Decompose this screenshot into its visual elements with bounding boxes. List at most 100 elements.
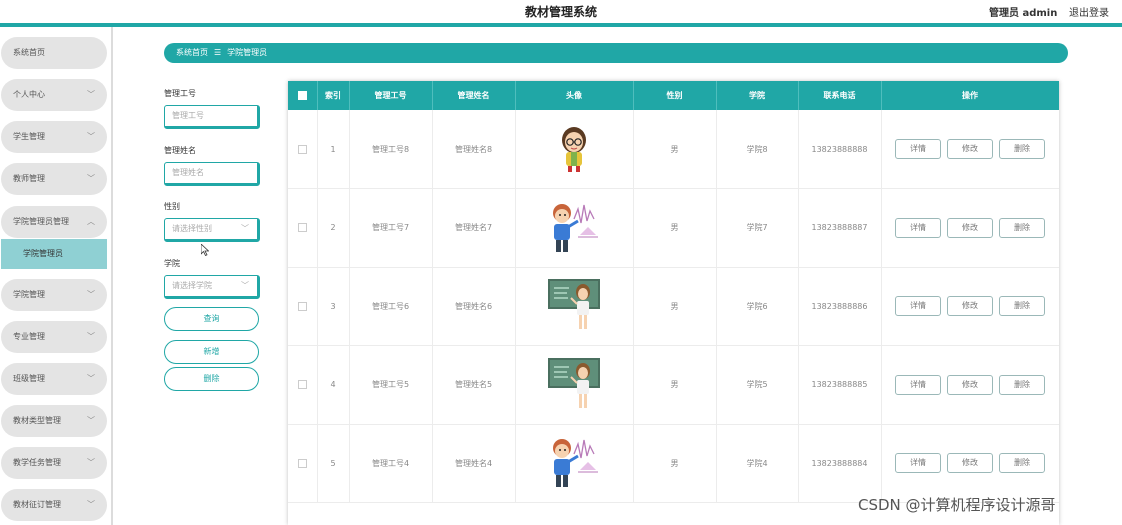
add-button[interactable]: 新增 (164, 340, 259, 364)
college-label: 学院 (164, 259, 180, 268)
row-checkbox[interactable] (288, 110, 318, 189)
edit-button[interactable]: 修改 (947, 217, 993, 238)
row-actions: 详情 修改 删除 (881, 267, 1059, 346)
table-row: 4 管理工号5 管理姓名5 男学院5 13823888885 详情 修改 删除 (288, 345, 1059, 425)
sidebar-item-classes[interactable]: 班级管理 ﹀ (1, 363, 107, 395)
sidebar-item-textbook-types[interactable]: 教材类型管理 ﹀ (1, 405, 107, 437)
detail-button[interactable]: 详情 (895, 374, 941, 395)
breadcrumb: 系统首页 ☰ 学院管理员 (164, 43, 1068, 63)
batch-delete-button[interactable]: 删除 (164, 367, 259, 391)
select-all-checkbox[interactable] (288, 81, 318, 110)
id-search-input[interactable]: 管理工号 (164, 105, 260, 129)
sidebar-item-label: 班级管理 (13, 374, 45, 383)
row-checkbox[interactable] (288, 345, 318, 425)
row-phone: 13823888885 (798, 345, 882, 425)
row-avatar (515, 110, 634, 189)
sidebar-divider (111, 27, 113, 525)
breadcrumb-home[interactable]: 系统首页 (176, 48, 208, 57)
row-college: 学院7 (716, 188, 799, 268)
sidebar-item-students[interactable]: 学生管理 ﹀ (1, 121, 107, 153)
row-gender: 男 (633, 345, 717, 425)
sidebar-item-label: 教学任务管理 (13, 458, 61, 467)
row-checkbox[interactable] (288, 267, 318, 346)
table-row: 5 管理工号4 管理姓名4 男学院4 13823888884 详情 修改 删除 (288, 424, 1059, 503)
row-avatar (515, 188, 634, 268)
chevron-down-icon: ﹀ (87, 374, 95, 383)
row-checkbox[interactable] (288, 424, 318, 503)
gender-select[interactable]: 请选择性别 ﹀ (164, 218, 260, 242)
detail-button[interactable]: 详情 (895, 139, 941, 159)
row-avatar (515, 267, 634, 346)
row-index: 4 (317, 345, 350, 425)
row-admin-id: 管理工号6 (349, 267, 433, 346)
query-button[interactable]: 查询 (164, 307, 259, 331)
column-header: 索引 (317, 81, 350, 110)
column-header: 头像 (515, 81, 634, 110)
row-admin-name: 管理姓名7 (432, 188, 516, 268)
row-college: 学院5 (716, 345, 799, 425)
column-header: 联系电话 (798, 81, 882, 110)
name-search-input[interactable]: 管理姓名 (164, 162, 260, 186)
sidebar-item-label: 学生管理 (13, 132, 45, 141)
chevron-down-icon: ﹀ (87, 290, 95, 299)
input-placeholder: 管理工号 (172, 111, 204, 120)
chevron-up-icon: ︿ (87, 217, 95, 226)
current-user: 管理员 admin (989, 8, 1058, 19)
row-checkbox[interactable] (288, 188, 318, 268)
sidebar-item-majors[interactable]: 专业管理 ﹀ (1, 321, 107, 353)
delete-button[interactable]: 删除 (999, 296, 1045, 317)
top-header: 教材管理系统 管理员 admin 退出登录 (0, 0, 1122, 24)
chevron-down-icon: ﹀ (87, 458, 95, 467)
table-row: 1 管理工号8 管理姓名8 男学院8 13823888888 详情 修改 删除 (288, 110, 1059, 189)
delete-button[interactable]: 删除 (999, 217, 1045, 238)
column-header: 性别 (633, 81, 717, 110)
sidebar-subitem-college-admin[interactable]: 学院管理员 (1, 239, 107, 269)
sidebar-item-teaching-tasks[interactable]: 教学任务管理 ﹀ (1, 447, 107, 479)
row-admin-name: 管理姓名5 (432, 345, 516, 425)
college-select[interactable]: 请选择学院 ﹀ (164, 275, 260, 299)
row-admin-name: 管理姓名6 (432, 267, 516, 346)
avatar-image (547, 357, 601, 413)
sidebar-item-college-admins[interactable]: 学院管理员管理 ︿ (1, 206, 107, 238)
avatar-image (547, 278, 601, 334)
column-header: 管理姓名 (432, 81, 516, 110)
name-label: 管理姓名 (164, 146, 196, 155)
edit-button[interactable]: 修改 (947, 453, 993, 474)
column-header: 学院 (716, 81, 799, 110)
sidebar-item-label: 个人中心 (13, 90, 45, 99)
sidebar-item-textbook-orders[interactable]: 教材征订管理 ﹀ (1, 489, 107, 521)
watermark: CSDN @计算机程序设计源哥 (858, 496, 1056, 514)
edit-button[interactable]: 修改 (947, 296, 993, 317)
row-index: 5 (317, 424, 350, 503)
sidebar-item-label: 教材征订管理 (13, 500, 61, 509)
row-actions: 详情 修改 删除 (881, 345, 1059, 425)
sidebar-item-teachers[interactable]: 教师管理 ﹀ (1, 163, 107, 195)
sidebar-item-label: 学院管理 (13, 290, 45, 299)
delete-button[interactable]: 删除 (999, 139, 1045, 159)
delete-button[interactable]: 删除 (999, 453, 1045, 474)
detail-button[interactable]: 详情 (895, 453, 941, 474)
row-phone: 13823888884 (798, 424, 882, 503)
row-admin-id: 管理工号8 (349, 110, 433, 189)
chevron-down-icon: ﹀ (241, 224, 249, 233)
sidebar-item-profile[interactable]: 个人中心 ﹀ (1, 79, 107, 111)
row-actions: 详情 修改 删除 (881, 424, 1059, 503)
sidebar-item-label: 学院管理员管理 (13, 217, 69, 226)
row-phone: 13823888886 (798, 267, 882, 346)
chevron-down-icon: ﹀ (87, 132, 95, 141)
mouse-cursor-icon (201, 244, 209, 256)
edit-button[interactable]: 修改 (947, 374, 993, 395)
input-placeholder: 管理姓名 (172, 168, 204, 177)
sidebar-item-colleges[interactable]: 学院管理 ﹀ (1, 279, 107, 311)
select-placeholder: 请选择性别 (172, 224, 212, 233)
delete-button[interactable]: 删除 (999, 374, 1045, 395)
detail-button[interactable]: 详情 (895, 296, 941, 317)
detail-button[interactable]: 详情 (895, 217, 941, 238)
logout-link[interactable]: 退出登录 (1069, 4, 1109, 19)
column-header: 管理工号 (349, 81, 433, 110)
edit-button[interactable]: 修改 (947, 139, 993, 159)
sidebar-item-home[interactable]: 系统首页 (1, 37, 107, 69)
row-index: 3 (317, 267, 350, 346)
row-college: 学院6 (716, 267, 799, 346)
breadcrumb-current: 学院管理员 (227, 48, 268, 57)
